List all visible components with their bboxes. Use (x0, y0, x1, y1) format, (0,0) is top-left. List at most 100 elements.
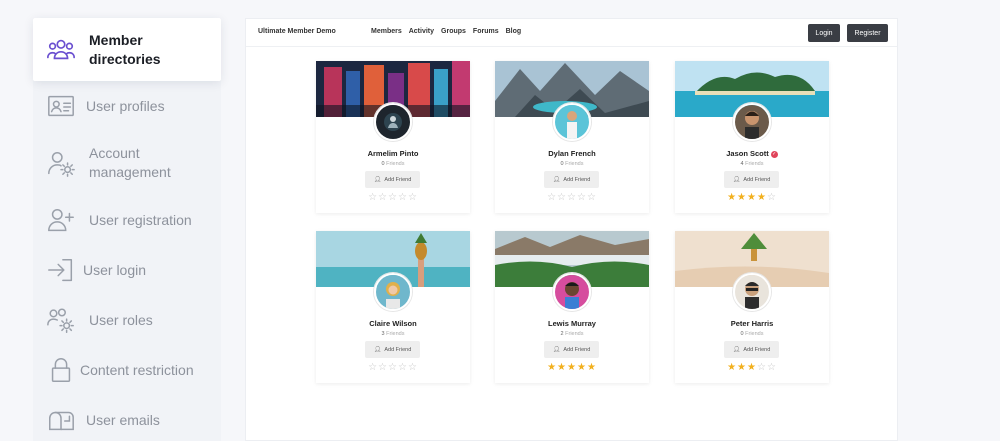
nav-blog[interactable]: Blog (506, 28, 522, 35)
add-friend-button[interactable]: 👤︎ Add Friend (365, 171, 420, 188)
nav-forums[interactable]: Forums (473, 28, 499, 35)
friends-count: 2 Friends (560, 331, 584, 337)
feature-sidebar: Member directories User profiles Account… (33, 18, 221, 441)
sidebar-item-label: User registration (89, 211, 192, 228)
sidebar-item-account-management[interactable]: Account management (33, 142, 221, 184)
site-title[interactable]: Ultimate Member Demo (258, 28, 336, 35)
sidebar-item-user-login[interactable]: User login (33, 256, 221, 284)
friends-count: 0 Friends (560, 161, 584, 167)
user-icon: 👤︎ (373, 347, 382, 353)
avatar[interactable] (733, 273, 771, 311)
id-card-icon (45, 90, 77, 122)
sidebar-item-user-registration[interactable]: User registration (33, 206, 221, 234)
star-empty-icon: ☆ (586, 192, 597, 203)
rating-stars: ☆☆☆☆☆ (316, 362, 470, 374)
user-icon: 👤︎ (552, 177, 561, 183)
sidebar-item-content-restriction[interactable]: Content restriction (33, 356, 221, 384)
sidebar-item-member-directories[interactable]: Member directories (33, 18, 221, 81)
add-friend-button[interactable]: 👤︎ Add Friend (544, 171, 599, 188)
sidebar-item-label: User login (83, 261, 147, 278)
friends-count: 3 Friends (381, 331, 405, 337)
star-empty-icon: ☆ (567, 192, 577, 203)
star-empty-icon: ☆ (547, 192, 558, 203)
add-friend-button[interactable]: 👤︎ Add Friend (544, 341, 599, 358)
star-empty-icon: ☆ (368, 192, 379, 203)
star-empty-icon: ☆ (397, 192, 408, 203)
member-name[interactable]: Jason Scott ✓ (675, 149, 829, 158)
star-filled-icon: ★ (567, 362, 577, 373)
star-filled-icon: ★ (756, 192, 767, 203)
user-plus-icon (45, 204, 77, 236)
star-empty-icon: ☆ (766, 362, 777, 373)
user-icon: 👤︎ (373, 177, 382, 183)
star-empty-icon: ☆ (766, 192, 777, 203)
star-empty-icon: ☆ (388, 362, 398, 373)
star-empty-icon: ☆ (378, 362, 389, 373)
member-name[interactable]: Armelim Pinto (316, 149, 470, 158)
member-card[interactable]: Armelim Pinto 0 Friends 👤︎ Add Friend ☆☆☆… (316, 61, 470, 213)
avatar[interactable] (553, 103, 591, 141)
avatar[interactable] (553, 273, 591, 311)
add-friend-button[interactable]: 👤︎ Add Friend (724, 171, 779, 188)
add-friend-button[interactable]: 👤︎ Add Friend (724, 341, 779, 358)
sidebar-item-label: User profiles (86, 97, 165, 114)
lock-icon (45, 354, 77, 386)
avatar[interactable] (374, 103, 412, 141)
user-icon: 👤︎ (732, 177, 741, 183)
friends-count: 0 Friends (381, 161, 405, 167)
site-nav: Members Activity Groups Forums Blog (371, 28, 521, 35)
mailbox-icon (45, 404, 77, 436)
member-name[interactable]: Lewis Murray (495, 319, 649, 328)
nav-groups[interactable]: Groups (441, 28, 466, 35)
star-empty-icon: ☆ (557, 192, 568, 203)
member-name[interactable]: Dylan French (495, 149, 649, 158)
sidebar-item-label: User emails (86, 411, 160, 428)
sidebar-item-label: Member directories (89, 31, 161, 67)
user-icon: 👤︎ (552, 347, 561, 353)
sidebar-item-label: Account management (89, 145, 171, 180)
sidebar-item-user-emails[interactable]: User emails (33, 406, 221, 434)
friends-count: 0 Friends (740, 331, 764, 337)
star-empty-icon: ☆ (756, 362, 767, 373)
star-filled-icon: ★ (727, 362, 738, 373)
user-gear-icon (45, 147, 77, 179)
member-card[interactable]: Lewis Murray 2 Friends 👤︎ Add Friend ★★★★… (495, 231, 649, 383)
star-empty-icon: ☆ (378, 192, 389, 203)
star-filled-icon: ★ (747, 192, 757, 203)
users-gear-icon (45, 304, 77, 336)
rating-stars: ☆☆☆☆☆ (316, 192, 470, 204)
member-card[interactable]: Dylan French 0 Friends 👤︎ Add Friend ☆☆☆☆… (495, 61, 649, 213)
star-filled-icon: ★ (557, 362, 568, 373)
site-header: Ultimate Member Demo Members Activity Gr… (246, 19, 897, 47)
member-card[interactable]: Jason Scott ✓ 4 Friends 👤︎ Add Friend ★★★★… (675, 61, 829, 213)
add-friend-button[interactable]: 👤︎ Add Friend (365, 341, 420, 358)
login-button[interactable]: Login (808, 24, 840, 42)
nav-members[interactable]: Members (371, 28, 402, 35)
member-card[interactable]: Peter Harris 0 Friends 👤︎ Add Friend ★★★☆… (675, 231, 829, 383)
member-card[interactable]: Claire Wilson 3 Friends 👤︎ Add Friend ☆☆☆… (316, 231, 470, 383)
star-filled-icon: ★ (747, 362, 757, 373)
member-name[interactable]: Peter Harris (675, 319, 829, 328)
member-name[interactable]: Claire Wilson (316, 319, 470, 328)
avatar[interactable] (374, 273, 412, 311)
register-button[interactable]: Register (847, 24, 888, 42)
star-empty-icon: ☆ (407, 362, 418, 373)
star-empty-icon: ☆ (576, 192, 587, 203)
rating-stars: ★★★★☆ (675, 192, 829, 204)
sidebar-item-user-roles[interactable]: User roles (33, 306, 221, 334)
user-icon: 👤︎ (732, 347, 741, 353)
avatar[interactable] (733, 103, 771, 141)
star-filled-icon: ★ (737, 362, 748, 373)
star-empty-icon: ☆ (397, 362, 408, 373)
star-filled-icon: ★ (737, 192, 748, 203)
rating-stars: ★★★☆☆ (675, 362, 829, 374)
star-filled-icon: ★ (586, 362, 597, 373)
rating-stars: ★★★★★ (495, 362, 649, 374)
sidebar-item-label: Content restriction (80, 361, 194, 378)
nav-activity[interactable]: Activity (409, 28, 434, 35)
friends-count: 4 Friends (740, 161, 764, 167)
star-filled-icon: ★ (576, 362, 587, 373)
star-filled-icon: ★ (547, 362, 558, 373)
rating-stars: ☆☆☆☆☆ (495, 192, 649, 204)
sidebar-item-user-profiles[interactable]: User profiles (33, 92, 221, 120)
